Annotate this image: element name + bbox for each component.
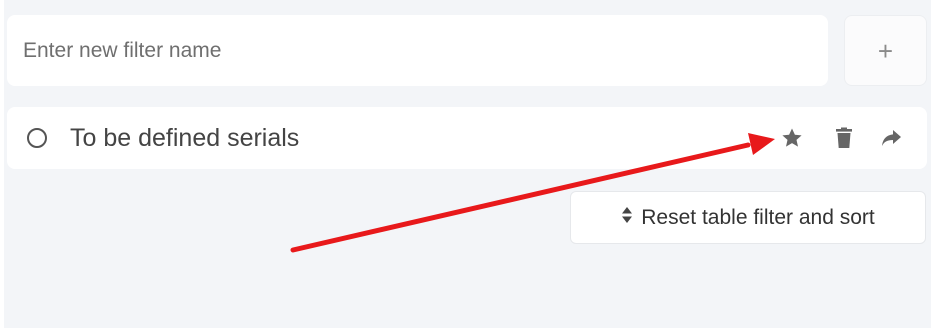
reset-table-filter-button[interactable]: Reset table filter and sort <box>570 191 926 244</box>
filter-panel: + To be defined serials <box>0 0 931 328</box>
filter-name-input[interactable] <box>7 15 828 86</box>
panel-edge <box>0 0 4 328</box>
sort-icon <box>621 206 633 229</box>
filter-name-field[interactable] <box>7 15 828 86</box>
share-icon[interactable] <box>879 126 903 150</box>
saved-filter-row[interactable]: To be defined serials <box>7 107 927 169</box>
add-filter-button[interactable]: + <box>844 15 927 86</box>
filter-radio-button[interactable] <box>27 128 47 148</box>
star-icon[interactable] <box>780 126 804 150</box>
saved-filter-label: To be defined serials <box>70 124 300 152</box>
trash-icon[interactable] <box>832 126 856 150</box>
plus-icon: + <box>877 35 894 66</box>
reset-button-label: Reset table filter and sort <box>641 205 875 229</box>
